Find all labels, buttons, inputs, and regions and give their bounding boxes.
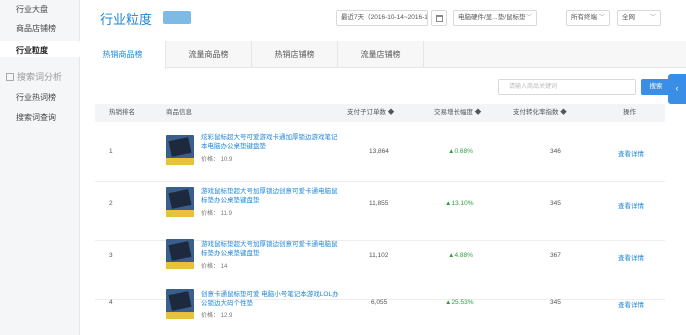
rank-cell: 3 bbox=[109, 252, 113, 259]
product-name-link[interactable]: 游戏鼠标垫超大号加厚锁边创意可爱卡通电脑鼠标垫办公桌垫键盘垫 bbox=[201, 240, 341, 258]
growth-value: 4.88% bbox=[454, 252, 473, 259]
title-badge bbox=[163, 11, 191, 24]
scope-dropdown[interactable]: 全网 ﹀ bbox=[617, 10, 661, 26]
product-thumbnail[interactable] bbox=[166, 135, 194, 165]
table-row: 2 游戏鼠标垫超大号加厚锁边创意可爱卡通电脑鼠标垫办公桌垫键盘垫 价格： 11.… bbox=[95, 182, 665, 241]
calendar-button[interactable] bbox=[431, 10, 447, 26]
chart-icon bbox=[6, 73, 14, 81]
tab-traffic-shops[interactable]: 流量店铺榜 bbox=[338, 41, 424, 68]
sidebar-group-search-analysis[interactable]: 搜索词分析 bbox=[6, 70, 62, 83]
col-product-info: 商品信息 bbox=[166, 109, 192, 116]
table-header: 热销排名 商品信息 支付子订单数 ◆ 交易增长幅度 ◆ 支付转化率指数 ◆ 操作 bbox=[95, 104, 665, 122]
table-row: 1 炫彩鼠标超大号可爱游戏卡通加厚锁边游戏笔记本电脑办公桌垫键盘垫 价格： 10… bbox=[95, 123, 665, 182]
sidebar-item-industry-granularity[interactable]: 行业粒度 bbox=[16, 45, 48, 56]
col-orders[interactable]: 支付子订单数 ◆ bbox=[347, 104, 394, 122]
orders-cell: 13,864 bbox=[369, 148, 389, 155]
terminal-dropdown-value: 所有终端 bbox=[571, 14, 597, 21]
conversion-cell: 345 bbox=[550, 200, 561, 207]
orders-cell: 11,855 bbox=[369, 200, 389, 207]
tab-hot-shops[interactable]: 热销店铺榜 bbox=[252, 41, 338, 68]
category-dropdown-value: 电脑硬件/显...垫/鼠标垫 bbox=[458, 14, 526, 21]
sidebar-item-product-shop-rank[interactable]: 商品店铺榜 bbox=[16, 23, 56, 34]
view-details-link[interactable]: 查看详情 bbox=[618, 299, 644, 309]
conversion-cell: 367 bbox=[550, 252, 561, 259]
growth-cell: ▲0.68% bbox=[448, 148, 473, 155]
growth-value: 0.68% bbox=[454, 148, 473, 155]
rank-cell: 2 bbox=[109, 200, 113, 207]
view-details-link[interactable]: 查看详情 bbox=[618, 148, 644, 158]
product-price: 价格： 12.9 bbox=[201, 313, 233, 319]
sidebar-item-hot-words[interactable]: 行业热词榜 bbox=[16, 92, 56, 103]
product-price: 价格： 14 bbox=[201, 264, 228, 270]
sidebar-group-label: 搜索词分析 bbox=[17, 72, 63, 82]
category-dropdown[interactable]: 电脑硬件/显...垫/鼠标垫 ﹀ bbox=[453, 10, 537, 26]
scope-dropdown-value: 全网 bbox=[622, 14, 635, 21]
product-thumbnail[interactable] bbox=[166, 289, 194, 319]
product-price: 价格： 11.9 bbox=[201, 211, 232, 217]
sidebar-item-search-query[interactable]: 搜索词查询 bbox=[16, 112, 56, 123]
terminal-dropdown[interactable]: 所有终端 ﹀ bbox=[566, 10, 610, 26]
conversion-cell: 346 bbox=[550, 148, 561, 155]
orders-cell: 11,102 bbox=[369, 252, 389, 259]
growth-value: 13.10% bbox=[451, 200, 474, 207]
product-name-link[interactable]: 炫彩鼠标超大号可爱游戏卡通加厚锁边游戏笔记本电脑办公桌垫键盘垫 bbox=[201, 133, 341, 151]
side-float-tab[interactable]: ‹ bbox=[668, 74, 686, 104]
chevron-down-icon: ﹀ bbox=[649, 15, 656, 21]
col-conversion[interactable]: 支付转化率指数 ◆ bbox=[513, 104, 567, 122]
chevron-down-icon: ﹀ bbox=[598, 15, 605, 21]
product-thumbnail[interactable] bbox=[166, 239, 194, 269]
product-price: 价格： 10.9 bbox=[201, 157, 233, 163]
search-input[interactable] bbox=[498, 79, 636, 95]
orders-cell: 6,055 bbox=[371, 299, 388, 306]
product-name-link[interactable]: 创意卡通鼠标垫可爱 电脑小号笔记本游戏LOL办公锁边大码个性垫 bbox=[201, 290, 341, 308]
conversion-cell: 345 bbox=[550, 299, 561, 306]
arrow-left-icon: ‹ bbox=[675, 83, 679, 93]
tab-traffic-products[interactable]: 流量商品榜 bbox=[166, 41, 252, 68]
rank-cell: 1 bbox=[109, 148, 113, 155]
rank-cell: 4 bbox=[109, 299, 113, 306]
view-details-link[interactable]: 查看详情 bbox=[618, 252, 644, 262]
view-details-link[interactable]: 查看详情 bbox=[618, 200, 644, 210]
date-range-display[interactable]: 最近7天（2016-10-14~2016-10-20） bbox=[336, 10, 428, 26]
growth-value: 25.53% bbox=[451, 299, 474, 306]
col-rank: 热销排名 bbox=[109, 109, 135, 116]
sidebar-item-industry-overview[interactable]: 行业大盘 bbox=[16, 4, 48, 15]
col-action: 操作 bbox=[623, 109, 636, 116]
chevron-down-icon: ﹀ bbox=[525, 15, 532, 21]
growth-cell: ▲25.53% bbox=[445, 299, 473, 306]
product-thumbnail[interactable] bbox=[166, 187, 194, 217]
col-growth[interactable]: 交易增长幅度 ◆ bbox=[434, 104, 481, 122]
growth-cell: ▲4.88% bbox=[448, 252, 473, 259]
calendar-icon bbox=[436, 15, 443, 22]
growth-cell: ▲13.10% bbox=[445, 200, 473, 207]
product-name-link[interactable]: 游戏鼠标垫超大号加厚锁边创意可爱卡通电脑鼠标垫办公桌垫键盘垫 bbox=[201, 187, 341, 205]
search-button[interactable]: 搜索 bbox=[641, 79, 671, 95]
table-row: 4 创意卡通鼠标垫可爱 电脑小号笔记本游戏LOL办公锁边大码个性垫 价格： 12… bbox=[95, 288, 665, 335]
page-title: 行业粒度 bbox=[100, 12, 153, 27]
sidebar: 行业大盘 商品店铺榜 行业粒度 搜索词分析 行业热词榜 搜索词查询 bbox=[0, 0, 80, 335]
tab-hot-products[interactable]: 热销商品榜 bbox=[80, 41, 166, 69]
